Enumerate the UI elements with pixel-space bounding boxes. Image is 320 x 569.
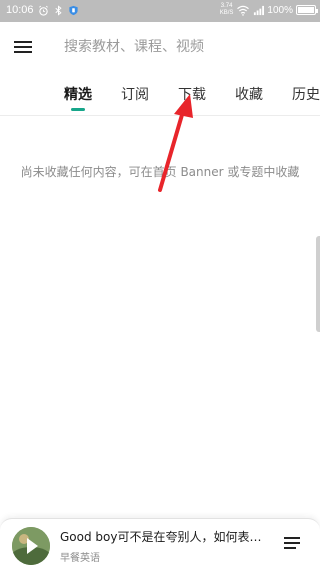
alarm-icon	[38, 5, 48, 16]
wifi-icon	[237, 5, 250, 16]
battery-fill	[298, 7, 314, 13]
playlist-button[interactable]	[284, 537, 302, 553]
network-speed: 3.74 KB/S	[220, 3, 234, 17]
tab-featured[interactable]: 精选	[64, 84, 92, 104]
scroll-handle[interactable]	[316, 236, 320, 332]
app-screen: 10:06 3.74 KB/S 100% 搜索教材、课程、视频 精选 订阅 下载…	[0, 0, 320, 569]
menu-icon-line	[14, 41, 32, 43]
menu-button[interactable]	[14, 38, 36, 56]
playlist-icon-line	[284, 542, 300, 544]
album-cover[interactable]	[12, 527, 50, 565]
tab-subscriptions[interactable]: 订阅	[121, 84, 149, 104]
bluetooth-icon	[54, 4, 62, 16]
network-speed-value: 3.74	[220, 3, 233, 9]
playlist-icon-line	[284, 537, 300, 539]
tab-history[interactable]: 历史	[292, 84, 320, 104]
menu-icon-line	[14, 51, 32, 53]
player-track-title[interactable]: Good boy可不是在夸别人，如何表…	[60, 528, 274, 545]
playlist-icon-line	[284, 547, 296, 549]
signal-icon	[254, 5, 265, 15]
status-right: 3.74 KB/S 100%	[220, 3, 318, 17]
top-bar	[0, 22, 320, 72]
annotation-arrow-icon	[158, 94, 193, 192]
search-input[interactable]	[64, 37, 304, 57]
battery-percent: 100%	[267, 4, 293, 16]
player-program-name: 早餐英语	[60, 553, 100, 564]
network-speed-unit: KB/S	[219, 10, 234, 16]
status-bar: 10:06 3.74 KB/S 100%	[0, 0, 320, 22]
status-left: 10:06	[6, 4, 79, 16]
mini-player[interactable]: Good boy可不是在夸别人，如何表… 早餐英语	[0, 518, 320, 569]
status-time: 10:06	[6, 4, 34, 16]
tab-favorites[interactable]: 收藏	[235, 84, 263, 104]
battery-icon	[296, 5, 318, 15]
menu-icon-line	[14, 46, 32, 48]
active-tab-indicator	[71, 108, 85, 111]
shield-icon	[68, 5, 78, 15]
play-icon[interactable]	[27, 538, 38, 554]
